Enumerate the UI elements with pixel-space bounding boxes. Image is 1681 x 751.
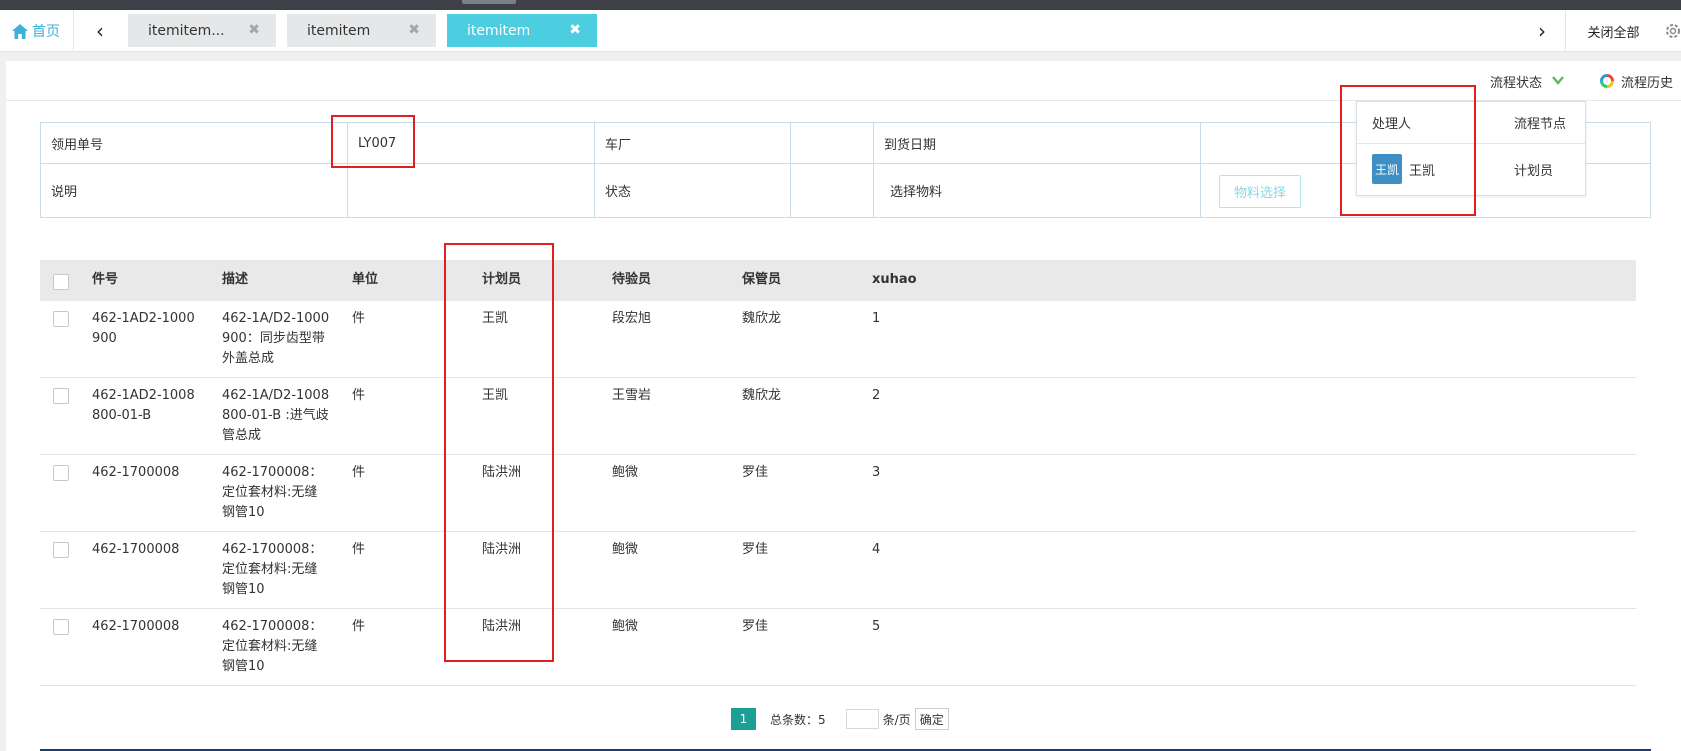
cell-keeper: 罗佳 — [742, 542, 769, 557]
cell-inspector: 段宏旭 — [612, 311, 652, 326]
row-checkbox[interactable] — [53, 311, 69, 327]
close-icon[interactable]: ✖ — [248, 22, 260, 38]
content-top-gutter — [0, 52, 1681, 61]
table-header-row: 件号 描述 单位 计划员 待验员 保管员 xuhao — [40, 260, 1636, 301]
cell-inspector: 鲍微 — [612, 619, 639, 634]
row-checkbox[interactable] — [53, 619, 69, 635]
cell-xuhao: 1 — [872, 311, 881, 326]
chevron-right-icon: › — [1538, 19, 1546, 43]
tab-scroll-right-button[interactable]: › — [1522, 10, 1562, 52]
cell-xuhao: 3 — [872, 465, 881, 480]
window-drag-knob — [462, 0, 516, 4]
table-row[interactable]: 462-1AD2-1008 800-01-B 462-1A/D2-1008 800-… — [40, 378, 1636, 455]
row-checkbox[interactable] — [53, 465, 69, 481]
table-row[interactable]: 462-1700008 462-1700008： 定位套材料:无缝 钢管10 件 陆… — [40, 609, 1636, 686]
window-top-strip — [0, 0, 1681, 10]
per-page-label: 条/页 — [882, 712, 911, 727]
annotation-box-order-no — [331, 115, 415, 168]
cell-desc: 462-1700008： 定位套材料:无缝 钢管10 — [222, 619, 323, 674]
cell-desc: 462-1700008： 定位套材料:无缝 钢管10 — [222, 542, 323, 597]
flow-history-button[interactable]: 流程历史 — [1600, 61, 1673, 101]
status-label: 状态 — [595, 164, 791, 217]
col-header-xuhao[interactable]: xuhao — [872, 270, 917, 290]
select-all-checkbox[interactable] — [53, 274, 69, 290]
annotation-box-handler-popup — [1340, 85, 1476, 216]
desc-field[interactable] — [348, 164, 595, 217]
cell-xuhao: 5 — [872, 619, 881, 634]
total-count: 总条数：5 — [770, 712, 826, 727]
page-confirm-button[interactable]: 确定 — [914, 708, 949, 730]
col-header-unit[interactable]: 单位 — [352, 270, 378, 290]
content-left-gutter — [0, 61, 6, 751]
cell-part: 462-1AD2-1000 900 — [92, 311, 195, 346]
cell-inspector: 鲍微 — [612, 465, 639, 480]
cell-part: 462-1700008 — [92, 619, 180, 634]
cell-xuhao: 4 — [872, 542, 881, 557]
home-tab[interactable]: 首页 — [0, 10, 74, 52]
tab-itemitem-active[interactable]: itemitem ✖ — [447, 14, 597, 47]
close-icon[interactable]: ✖ — [408, 22, 420, 38]
row-checkbox[interactable] — [53, 388, 69, 404]
close-icon[interactable]: ✖ — [569, 22, 581, 38]
cell-inspector: 鲍微 — [612, 542, 639, 557]
order-no-label: 领用单号 — [41, 123, 348, 163]
home-icon — [12, 23, 28, 39]
desc-label: 说明 — [41, 164, 348, 217]
flow-history-label: 流程历史 — [1621, 75, 1674, 91]
history-ring-icon — [1600, 74, 1614, 88]
cell-part: 462-1700008 — [92, 542, 180, 557]
annotation-box-planner-column — [444, 243, 554, 662]
table-row[interactable]: 462-1700008 462-1700008： 定位套材料:无缝 钢管10 件 陆… — [40, 455, 1636, 532]
row-checkbox[interactable] — [53, 542, 69, 558]
arrival-date-label: 到货日期 — [874, 123, 1201, 163]
chevron-left-icon: ‹ — [96, 19, 104, 43]
select-material-label: 选择物料 — [874, 164, 1201, 217]
tab-label: itemitem — [467, 22, 531, 39]
table-row[interactable]: 462-1AD2-1000 900 462-1A/D2-1000 900：同步齿型带… — [40, 301, 1636, 378]
cell-inspector: 王雪岩 — [612, 388, 652, 403]
tab-bar: 首页 ‹ itemitem... ✖ itemitem ✖ itemitem ✖… — [0, 10, 1681, 52]
tab-scroll-left-button[interactable]: ‹ — [80, 10, 120, 52]
status-field[interactable] — [791, 164, 874, 217]
material-select-button[interactable]: 物料选择 — [1219, 175, 1301, 208]
close-all-button[interactable]: 关闭全部 — [1565, 10, 1661, 52]
cell-unit: 件 — [352, 388, 366, 403]
node-value: 计划员 — [1514, 163, 1554, 179]
node-header: 流程节点 — [1514, 117, 1567, 132]
tab-itemitem-1[interactable]: itemitem... ✖ — [128, 14, 276, 47]
cell-unit: 件 — [352, 542, 366, 557]
cell-keeper: 罗佳 — [742, 619, 769, 634]
table-row[interactable]: 462-1700008 462-1700008： 定位套材料:无缝 钢管10 件 陆… — [40, 532, 1636, 609]
workshop-field[interactable] — [791, 123, 874, 163]
tab-label: itemitem — [307, 22, 371, 39]
chevron-down-icon — [1552, 74, 1564, 89]
flow-status-button[interactable]: 流程状态 — [1490, 61, 1564, 101]
workshop-label: 车厂 — [595, 123, 791, 163]
cell-unit: 件 — [352, 465, 366, 480]
page-1-button[interactable]: 1 — [731, 708, 756, 730]
cell-desc: 462-1A/D2-1000 900：同步齿型带 外盖总成 — [222, 311, 330, 366]
home-tab-label: 首页 — [32, 24, 60, 40]
cell-desc: 462-1700008： 定位套材料:无缝 钢管10 — [222, 465, 323, 520]
tab-label: itemitem... — [148, 22, 225, 39]
flow-status-label: 流程状态 — [1490, 75, 1543, 91]
cell-keeper: 魏欣龙 — [742, 311, 782, 326]
cell-keeper: 魏欣龙 — [742, 388, 782, 403]
cell-part: 462-1700008 — [92, 465, 180, 480]
pagination: 1 总条数：5 条/页 确定 — [731, 708, 949, 730]
cell-unit: 件 — [352, 619, 366, 634]
cell-desc: 462-1A/D2-1008 800-01-B :进气歧 管总成 — [222, 388, 330, 443]
page-size-input[interactable] — [845, 709, 879, 729]
tab-itemitem-2[interactable]: itemitem ✖ — [287, 14, 436, 47]
col-header-part[interactable]: 件号 — [92, 270, 118, 290]
col-header-desc[interactable]: 描述 — [222, 270, 248, 290]
col-header-inspector[interactable]: 待验员 — [612, 270, 651, 290]
cell-xuhao: 2 — [872, 388, 881, 403]
cell-part: 462-1AD2-1008 800-01-B — [92, 388, 195, 423]
cell-unit: 件 — [352, 311, 366, 326]
col-header-keeper[interactable]: 保管员 — [742, 270, 781, 290]
gear-icon[interactable] — [1663, 21, 1681, 41]
cell-keeper: 罗佳 — [742, 465, 769, 480]
